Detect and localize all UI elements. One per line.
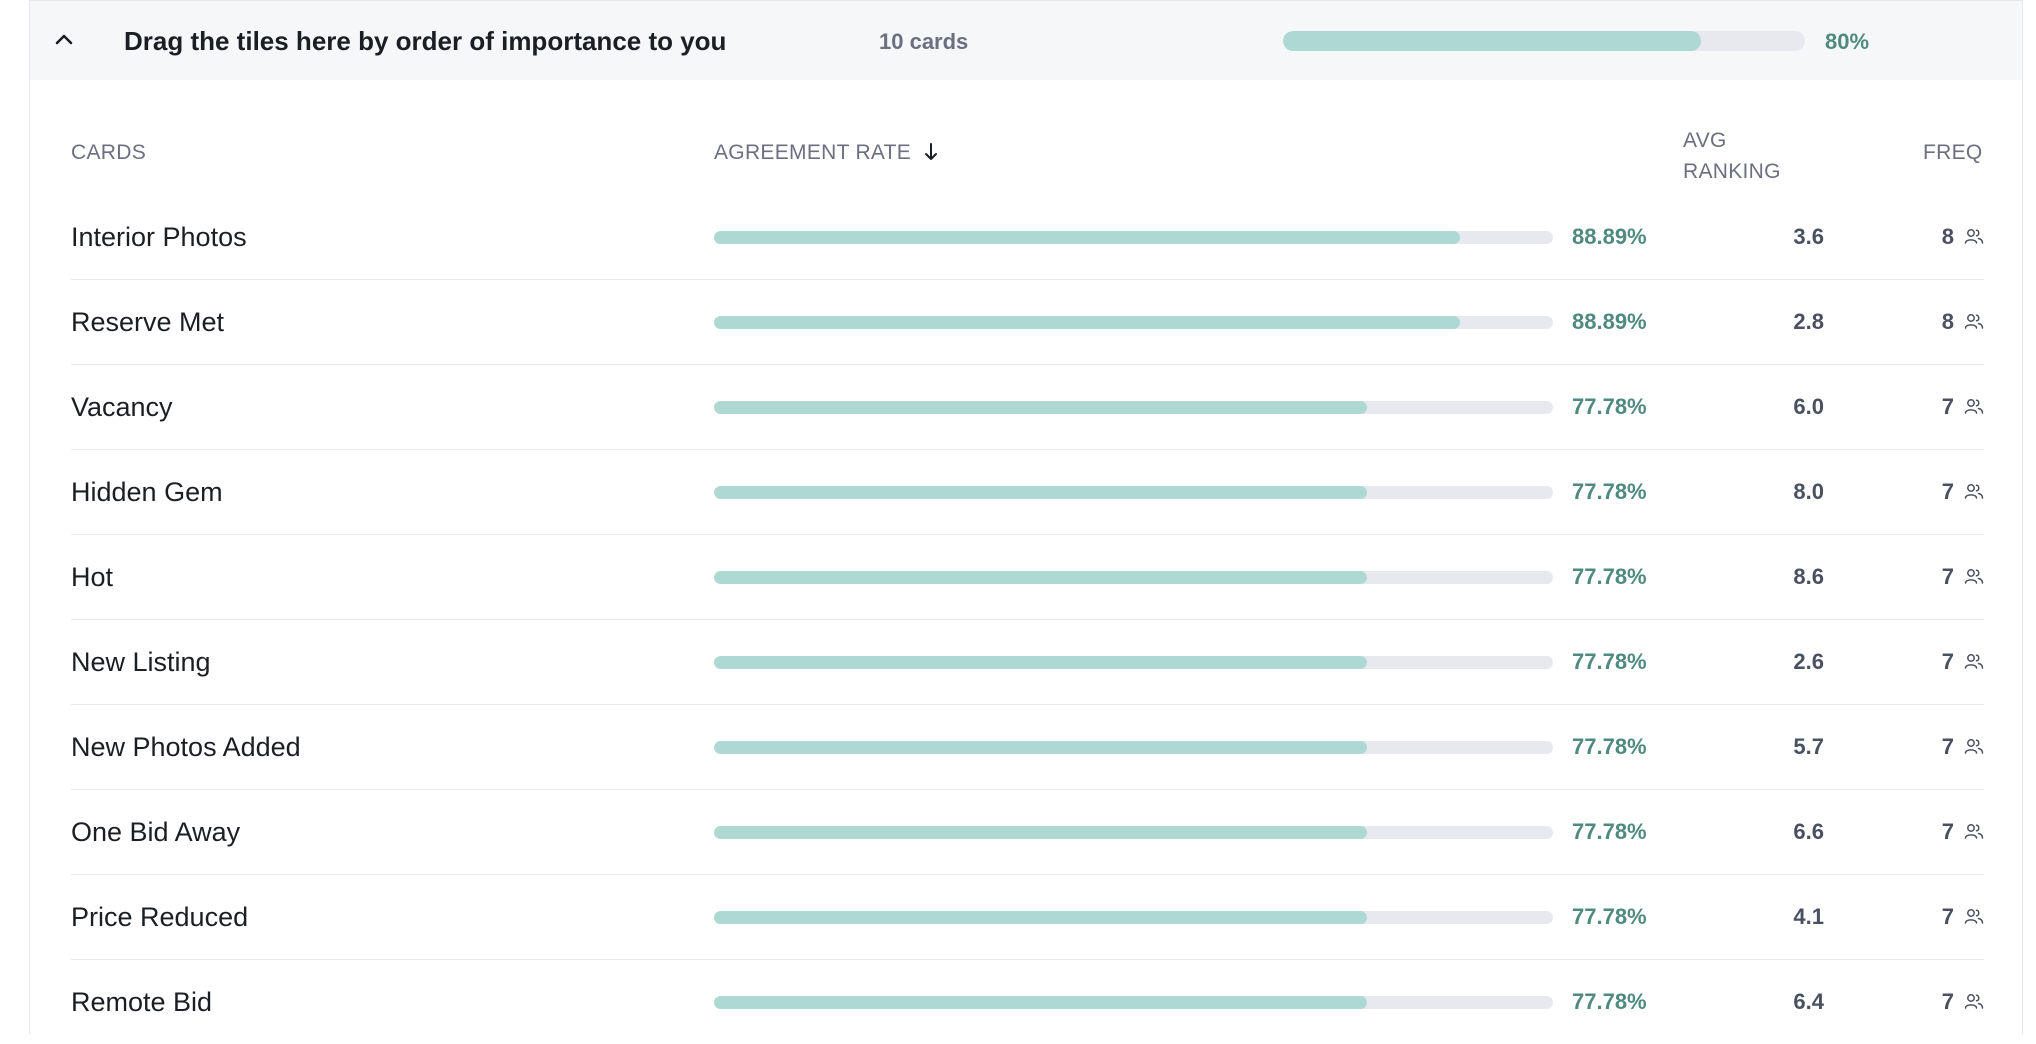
- table-row[interactable]: Reserve Met 88.89% 2.8 8: [71, 280, 1984, 365]
- agreement-rate: 77.78%: [1572, 819, 1647, 844]
- users-icon: [1964, 314, 1984, 329]
- completion-percent: 80%: [1825, 29, 1870, 54]
- agreement-bar: [714, 316, 1553, 329]
- column-header-avg-line1: AVG: [1683, 129, 1727, 152]
- table-row[interactable]: One Bid Away 77.78% 6.6 7: [71, 790, 1984, 875]
- agreement-rate: 77.78%: [1572, 734, 1647, 759]
- agreement-bar-fill: [714, 911, 1367, 924]
- section-header[interactable]: Drag the tiles here by order of importan…: [30, 1, 2022, 80]
- agreement-bar: [714, 996, 1553, 1009]
- column-header-freq[interactable]: FREQ: [1923, 141, 1983, 165]
- frequency: 8: [1941, 224, 1954, 249]
- column-header-agreement-label: AGREEMENT RATE: [714, 141, 912, 164]
- column-header-avg-line2: RANKING: [1683, 160, 1781, 183]
- card-name: One Bid Away: [71, 817, 241, 847]
- table-row[interactable]: Vacancy 77.78% 6.0 7: [71, 365, 1984, 450]
- users-icon: [1964, 909, 1984, 924]
- table-row[interactable]: Remote Bid 77.78% 6.4 7: [71, 960, 1984, 1044]
- avg-ranking: 6.0: [1793, 394, 1824, 419]
- table-row[interactable]: Interior Photos 88.89% 3.6 8: [71, 195, 1984, 280]
- agreement-rate: 77.78%: [1572, 564, 1647, 589]
- users-icon: [1964, 229, 1984, 244]
- agreement-bar-fill: [714, 486, 1367, 499]
- card-name: Hot: [71, 562, 114, 592]
- card-name: New Listing: [71, 647, 211, 677]
- section-title: Drag the tiles here by order of importan…: [124, 26, 727, 56]
- users-icon: [1964, 994, 1984, 1009]
- agreement-rate: 88.89%: [1572, 309, 1647, 334]
- avg-ranking: 8.0: [1793, 479, 1824, 504]
- users-icon: [1964, 484, 1984, 499]
- avg-ranking: 2.6: [1793, 649, 1824, 674]
- agreement-rate: 77.78%: [1572, 649, 1647, 674]
- agreement-bar-fill: [714, 571, 1367, 584]
- agreement-bar-fill: [714, 401, 1367, 414]
- agreement-bar: [714, 231, 1553, 244]
- column-header-avg-ranking[interactable]: AVG RANKING: [1683, 125, 1781, 187]
- frequency: 7: [1941, 564, 1954, 589]
- table-row[interactable]: New Photos Added 77.78% 5.7 7: [71, 705, 1984, 790]
- column-header-agreement-rate[interactable]: AGREEMENT RATE: [714, 141, 939, 165]
- card-name: New Photos Added: [71, 732, 301, 762]
- table-row[interactable]: New Listing 77.78% 2.6 7: [71, 620, 1984, 705]
- agreement-bar-fill: [714, 996, 1367, 1009]
- agreement-bar-fill: [714, 231, 1460, 244]
- users-icon: [1964, 569, 1984, 584]
- frequency: 7: [1941, 904, 1954, 929]
- table-row[interactable]: Hidden Gem 77.78% 8.0 7: [71, 450, 1984, 535]
- card-name: Hidden Gem: [71, 477, 223, 507]
- users-icon: [1964, 824, 1984, 839]
- table-row[interactable]: Price Reduced 77.78% 4.1 7: [71, 875, 1984, 960]
- agreement-rate: 77.78%: [1572, 989, 1647, 1014]
- agreement-bar-fill: [714, 741, 1367, 754]
- avg-ranking: 5.7: [1793, 734, 1824, 759]
- column-header-cards[interactable]: CARDS: [71, 141, 146, 165]
- card-name: Price Reduced: [71, 902, 249, 932]
- agreement-bar-fill: [714, 656, 1367, 669]
- users-icon: [1964, 739, 1984, 754]
- frequency: 7: [1941, 394, 1954, 419]
- avg-ranking: 3.6: [1793, 224, 1824, 249]
- frequency: 7: [1941, 649, 1954, 674]
- card-name: Reserve Met: [71, 307, 225, 337]
- frequency: 7: [1941, 989, 1954, 1014]
- agreement-rate: 77.78%: [1572, 394, 1647, 419]
- agreement-bar: [714, 486, 1553, 499]
- agreement-rate: 88.89%: [1572, 224, 1647, 249]
- card-name: Vacancy: [71, 392, 173, 422]
- arrow-down-icon: [925, 143, 938, 160]
- agreement-bar: [714, 741, 1553, 754]
- agreement-bar: [714, 401, 1553, 414]
- avg-ranking: 8.6: [1793, 564, 1824, 589]
- agreement-bar: [714, 911, 1553, 924]
- agreement-rate: 77.78%: [1572, 479, 1647, 504]
- agreement-bar-fill: [714, 316, 1460, 329]
- table-row[interactable]: Hot 77.78% 8.6 7: [71, 535, 1984, 620]
- users-icon: [1964, 654, 1984, 669]
- avg-ranking: 4.1: [1793, 904, 1824, 929]
- cards-table: Interior Photos 88.89% 3.6 8 Reserve Met…: [71, 195, 1984, 1044]
- avg-ranking: 6.6: [1793, 819, 1824, 844]
- avg-ranking: 6.4: [1793, 989, 1824, 1014]
- agreement-bar: [714, 656, 1553, 669]
- users-icon: [1964, 399, 1984, 414]
- card-name: Interior Photos: [71, 222, 247, 252]
- avg-ranking: 2.8: [1793, 309, 1824, 334]
- frequency: 7: [1941, 734, 1954, 759]
- card-count: 10 cards: [879, 29, 969, 54]
- card-sort-panel: Drag the tiles here by order of importan…: [29, 0, 2023, 1034]
- agreement-bar: [714, 826, 1553, 839]
- agreement-bar: [714, 571, 1553, 584]
- frequency: 7: [1941, 819, 1954, 844]
- chevron-up-icon[interactable]: [52, 28, 76, 52]
- agreement-rate: 77.78%: [1572, 904, 1647, 929]
- completion-progress-bar: [1283, 31, 1805, 51]
- frequency: 8: [1941, 309, 1954, 334]
- agreement-bar-fill: [714, 826, 1367, 839]
- card-name: Remote Bid: [71, 987, 213, 1017]
- completion-progress-fill: [1283, 31, 1701, 51]
- frequency: 7: [1941, 479, 1954, 504]
